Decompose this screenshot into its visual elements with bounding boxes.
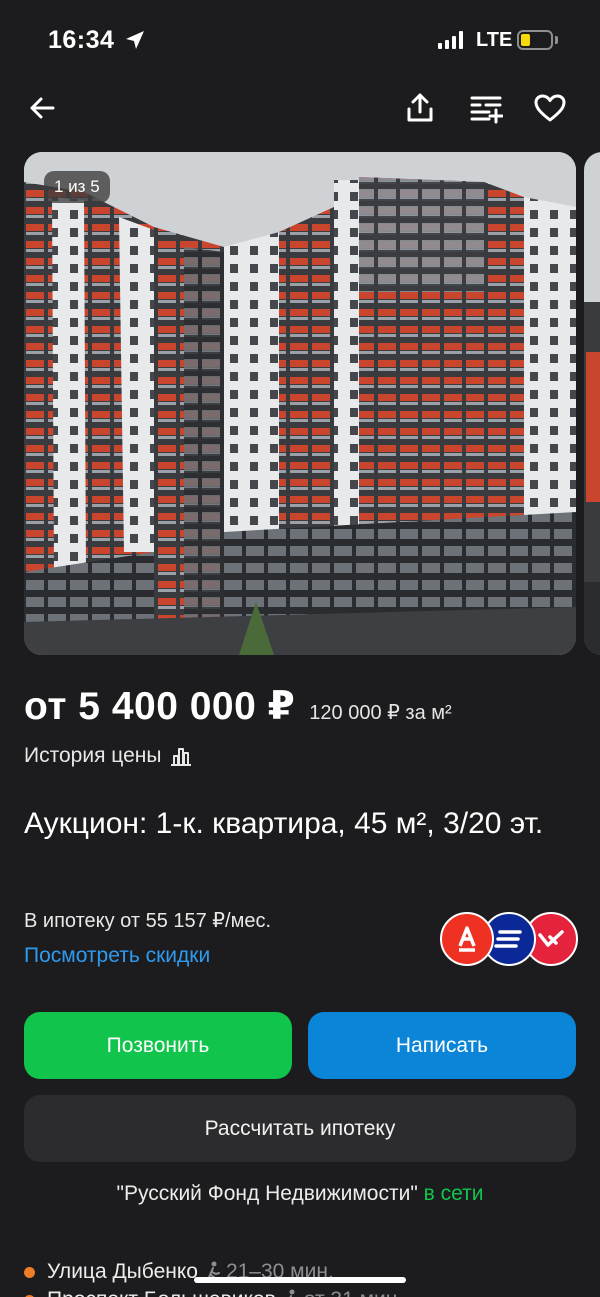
photo-gallery[interactable] [24,152,576,655]
price: от 5 400 000 ₽ [24,685,296,728]
next-photo-preview[interactable] [584,152,600,655]
partner-banks[interactable] [440,912,580,968]
heart-icon [534,94,566,122]
compare-button[interactable] [464,86,508,130]
battery-icon [517,30,553,50]
seller-name: "Русский Фонд Недвижимости" [116,1182,418,1205]
favorite-button[interactable] [528,86,572,130]
write-button[interactable]: Написать [308,1012,576,1079]
metro-item: Проспект Большевиков от 31 мин. [24,1286,584,1297]
alfa-bank-icon [440,912,494,966]
cellular-signal-icon [438,31,463,49]
building-photo-next [584,152,600,655]
share-button[interactable] [398,86,442,130]
photo-counter: 1 из 5 [44,171,110,203]
battery-tip [555,36,558,44]
location-arrow-icon [126,31,144,49]
share-icon [407,93,433,122]
price-row: от 5 400 000 ₽ 120 000 ₽ за м² [24,684,452,729]
seller-online-status: в сети [423,1182,484,1205]
price-history-label: История цены [24,744,162,767]
metro-station: Улица Дыбенко [47,1260,198,1283]
home-indicator[interactable] [194,1277,406,1283]
metro-time: от 31 мин. [282,1288,403,1297]
walk-icon [289,1289,295,1297]
mortgage-payment: В ипотеку от 55 157 ₽/мес. [24,910,272,932]
metro-time-value: от 31 мин. [304,1288,403,1297]
back-button[interactable] [20,86,64,130]
calculate-mortgage-button[interactable]: Рассчитать ипотеку [24,1095,576,1162]
seller-info[interactable]: "Русский Фонд Недвижимости" в сети [0,1182,600,1206]
back-arrow-icon [30,97,55,119]
listing-title: Аукцион: 1-к. квартира, 45 м², 3/20 эт. [24,807,544,840]
view-discounts-link[interactable]: Посмотреть скидки [24,944,210,968]
status-time: 16:34 [48,26,115,54]
price-chart-icon [171,748,192,766]
top-nav [0,80,600,136]
metro-line-dot [24,1266,35,1278]
price-history-link[interactable]: История цены [24,744,193,768]
building-photo [24,152,576,655]
compare-list-icon [470,96,503,124]
call-button[interactable]: Позвонить [24,1012,292,1079]
price-per-sqm: 120 000 ₽ за м² [309,702,452,724]
status-bar: 16:34 LTE [0,0,600,80]
network-type: LTE [476,29,513,51]
metro-station: Проспект Большевиков [47,1288,276,1297]
